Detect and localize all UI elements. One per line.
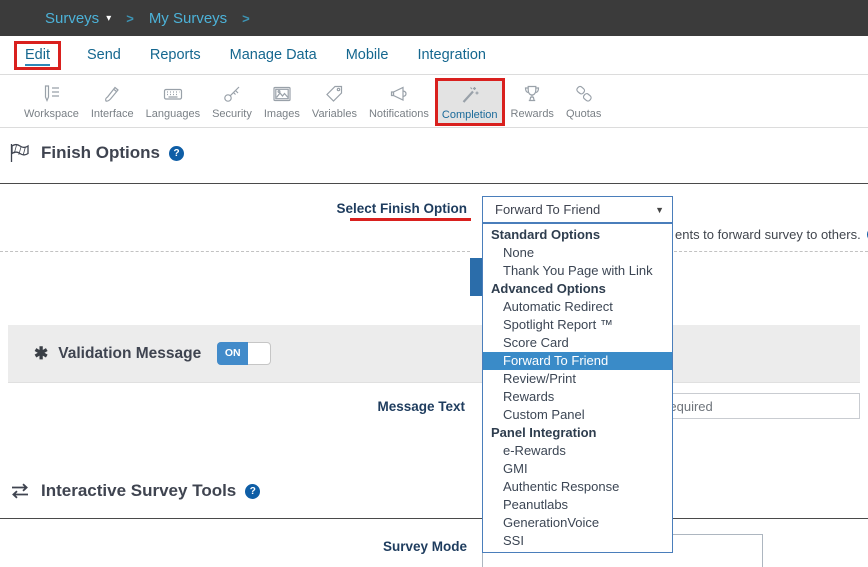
tool-workspace[interactable]: Workspace [18,81,85,122]
dropdown-option-ssi[interactable]: SSI [483,532,672,550]
message-text-label: Message Text [300,399,465,414]
forward-hint-text: ents to forward survey to others. ? [675,227,868,242]
validation-message-panel: ✱ Validation Message ON Message Text Req… [8,325,860,447]
survey-mode-label: Survey Mode [281,539,467,554]
interface-icon [101,83,123,105]
menu-item-integration[interactable]: Integration [417,47,486,63]
dropdown-option-spotlight-report[interactable]: Spotlight Report ™ [483,316,672,334]
tool-label: Rewards [511,108,554,120]
security-icon [221,83,243,105]
dropdown-option-score-card[interactable]: Score Card [483,334,672,352]
tool-label: Variables [312,108,357,120]
tool-label: Workspace [24,108,79,120]
top-navbar: Surveys ▾ > My Surveys > [0,0,868,36]
app-window: Surveys ▾ > My Surveys > Edit Send Repor… [0,0,868,567]
finish-option-selected-value: Forward To Friend [495,202,600,217]
asterisk-icon: ✱ [34,344,48,364]
dropdown-option-custom-panel[interactable]: Custom Panel [483,406,672,424]
dropdown-option-none[interactable]: None [483,244,672,262]
validation-panel-body: Message Text Required [8,383,860,446]
red-annotation-underline [350,218,471,221]
validation-message-title: Validation Message [58,345,201,363]
dashed-divider [674,251,868,252]
select-caret-icon: ▼ [655,197,664,223]
help-icon[interactable]: ? [245,484,260,499]
menu-item-manage-data[interactable]: Manage Data [230,47,317,63]
interactive-tools-heading: Interactive Survey Tools ? [8,479,260,503]
dropdown-option-thank-you-page[interactable]: Thank You Page with Link [483,262,672,280]
languages-icon [162,83,184,105]
breadcrumb-my-surveys[interactable]: My Surveys [149,10,227,27]
finish-options-title: Finish Options [41,143,160,163]
tool-label: Completion [442,109,498,121]
menu-item-send[interactable]: Send [87,47,121,63]
tool-label: Images [264,108,300,120]
rewards-icon [521,83,543,105]
finish-option-dropdown-list: Standard Options None Thank You Page wit… [482,223,673,553]
dashed-divider [0,251,470,252]
surveys-menu[interactable]: Surveys ▾ [45,10,111,27]
toggle-on-label: ON [217,342,248,365]
select-finish-option-label: Select Finish Option [281,201,467,216]
dropdown-group-panel-integration: Panel Integration [483,424,672,442]
workspace-icon [40,83,62,105]
tool-label: Notifications [369,108,429,120]
edit-toolbar: Workspace Interface Languages [0,75,868,128]
tool-security[interactable]: Security [206,81,258,122]
tool-variables[interactable]: Variables [306,81,363,122]
variables-icon [323,83,345,105]
dropdown-option-generationvoice[interactable]: GenerationVoice [483,514,672,532]
breadcrumb-chevron-icon: > [242,11,250,26]
swap-arrows-icon [8,479,32,503]
section-divider [0,183,868,184]
surveys-menu-label: Surveys [45,10,99,27]
tool-completion[interactable]: Completion [435,78,505,126]
quotas-icon [573,83,595,105]
dropdown-option-review-print[interactable]: Review/Print [483,370,672,388]
tool-label: Quotas [566,108,601,120]
menu-item-mobile[interactable]: Mobile [346,47,389,63]
finish-option-select[interactable]: Forward To Friend ▼ [482,196,673,223]
validation-toggle[interactable]: ON [217,342,271,365]
chevron-down-icon: ▾ [106,13,111,24]
menu-item-reports[interactable]: Reports [150,47,201,63]
dropdown-option-authentic-response[interactable]: Authentic Response [483,478,672,496]
forward-hint-label: ents to forward survey to others. [675,227,861,242]
dropdown-option-peanutlabs[interactable]: Peanutlabs [483,496,672,514]
validation-panel-header: ✱ Validation Message ON [8,325,860,383]
main-menu-bar: Edit Send Reports Manage Data Mobile Int… [0,36,868,75]
completion-icon [459,84,481,106]
flag-icon [8,141,32,165]
dropdown-option-forward-to-friend[interactable]: Forward To Friend [483,352,672,370]
dropdown-option-rewards[interactable]: Rewards [483,388,672,406]
notifications-icon [388,83,410,105]
tool-rewards[interactable]: Rewards [505,81,560,122]
tool-quotas[interactable]: Quotas [560,81,607,122]
tool-notifications[interactable]: Notifications [363,81,435,122]
dropdown-option-gmi[interactable]: GMI [483,460,672,478]
tool-images[interactable]: Images [258,81,306,122]
tool-label: Security [212,108,252,120]
tool-label: Languages [146,108,200,120]
tool-interface[interactable]: Interface [85,81,140,122]
help-icon[interactable]: ? [169,146,184,161]
dropdown-group-standard: Standard Options [483,226,672,244]
tool-languages[interactable]: Languages [140,81,206,122]
images-icon [271,83,293,105]
finish-options-heading: Finish Options ? [8,141,184,165]
menu-item-edit-label: Edit [25,47,50,66]
menu-item-edit[interactable]: Edit [14,41,61,70]
dropdown-option-automatic-redirect[interactable]: Automatic Redirect [483,298,672,316]
tool-label: Interface [91,108,134,120]
dropdown-group-advanced: Advanced Options [483,280,672,298]
interactive-tools-title: Interactive Survey Tools [41,481,236,501]
breadcrumb-chevron-icon: > [126,11,134,26]
dropdown-option-e-rewards[interactable]: e-Rewards [483,442,672,460]
section-divider [0,518,868,519]
